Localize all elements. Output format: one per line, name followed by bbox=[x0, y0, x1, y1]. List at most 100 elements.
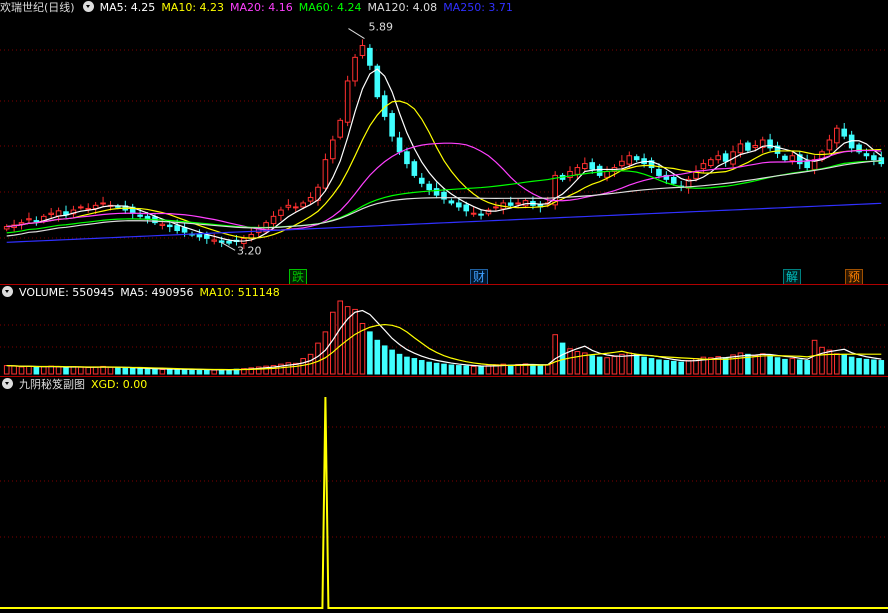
candle-body bbox=[722, 153, 729, 162]
price-chart[interactable]: 5.89 3.20 bbox=[0, 0, 888, 284]
volume-bar bbox=[596, 356, 603, 375]
candle-body bbox=[389, 113, 395, 137]
volume-bar bbox=[863, 358, 870, 375]
candle-body bbox=[515, 202, 521, 205]
volume-bar bbox=[85, 367, 92, 375]
volume-bar bbox=[730, 354, 736, 375]
candle-body bbox=[582, 163, 588, 169]
volume-bar bbox=[137, 368, 143, 375]
volume-bar bbox=[396, 353, 403, 375]
candle-body bbox=[433, 188, 440, 196]
candle-body bbox=[804, 160, 810, 169]
volume-bar bbox=[374, 339, 381, 375]
volume-bar bbox=[367, 331, 373, 375]
candle-body bbox=[285, 204, 292, 208]
candle-body bbox=[670, 176, 677, 184]
volume-panel-header: VOLUME: 550945 MA5: 490956 MA10: 511148 bbox=[0, 285, 286, 301]
event-marker-die[interactable]: 跌 bbox=[289, 269, 308, 284]
volume-bar bbox=[574, 351, 581, 375]
indicator-menu-icon[interactable] bbox=[2, 378, 13, 389]
event-marker-cai[interactable]: 财 bbox=[470, 269, 489, 284]
volume-bar bbox=[107, 366, 114, 375]
candle-body bbox=[144, 215, 151, 220]
candle-body bbox=[626, 155, 633, 165]
volume-bar bbox=[604, 357, 610, 375]
volume-bar bbox=[189, 369, 195, 375]
ma250-label: MA250: 3.71 bbox=[443, 1, 513, 14]
volume-bar bbox=[389, 349, 395, 375]
volume-bar bbox=[826, 349, 833, 375]
volume-bar bbox=[530, 364, 536, 375]
ma20-line bbox=[6, 142, 882, 231]
volume-bar bbox=[204, 369, 210, 375]
price-panel[interactable]: 欢瑞世纪(日线) MA5: 4.25 MA10: 4.23 MA20: 4.16 MA6… bbox=[0, 0, 888, 284]
volume-bar bbox=[641, 356, 647, 375]
volume-bar bbox=[656, 359, 662, 375]
indicator-panel[interactable]: 九阴秘笈副图 XGD: 0.00 bbox=[0, 377, 888, 613]
candle-body bbox=[26, 218, 32, 221]
indicator-name: 九阴秘笈副图 bbox=[19, 378, 85, 391]
candle-body bbox=[78, 206, 84, 209]
candle-body bbox=[100, 202, 106, 205]
volume-bar bbox=[48, 365, 54, 375]
candle-body bbox=[463, 204, 470, 212]
volume-bar bbox=[441, 363, 447, 375]
volume-bar bbox=[752, 354, 759, 375]
volume-bar bbox=[3, 365, 10, 375]
event-marker-yu[interactable]: 预 bbox=[845, 269, 864, 284]
candle-body bbox=[226, 240, 232, 244]
volume-bar bbox=[352, 308, 358, 375]
volume-bar bbox=[782, 358, 788, 375]
volume-bar bbox=[544, 364, 551, 375]
volume-bar bbox=[759, 353, 766, 375]
volume-bar bbox=[685, 360, 692, 375]
volume-bar bbox=[648, 358, 655, 375]
volume-panel[interactable]: VOLUME: 550945 MA5: 490956 MA10: 511148 bbox=[0, 285, 888, 376]
candle-body bbox=[493, 206, 499, 209]
volume-bar bbox=[619, 353, 625, 375]
candle-body bbox=[352, 56, 358, 82]
candle-body bbox=[367, 47, 373, 66]
candle-body bbox=[834, 127, 840, 144]
event-marker-jie[interactable]: 解 bbox=[783, 269, 802, 284]
candle-body bbox=[478, 213, 484, 216]
volume-bar bbox=[433, 362, 440, 375]
stock-title: 欢瑞世纪(日线) bbox=[0, 1, 75, 14]
candle-body bbox=[55, 210, 62, 217]
candle-body bbox=[166, 224, 173, 228]
candle-body bbox=[278, 209, 284, 216]
volume-bar bbox=[841, 354, 848, 375]
volume-bar bbox=[181, 369, 188, 375]
volume-bar bbox=[789, 358, 796, 375]
volume-bar bbox=[11, 365, 17, 375]
ma120-line bbox=[6, 159, 882, 237]
candle-body bbox=[159, 223, 166, 226]
candle-body bbox=[863, 153, 870, 157]
candle-body bbox=[700, 163, 707, 170]
xgd-line bbox=[0, 396, 888, 609]
volume-bar bbox=[18, 366, 25, 375]
volume-bar bbox=[315, 342, 321, 375]
volume-bar bbox=[663, 360, 670, 375]
panel-menu-icon[interactable] bbox=[82, 1, 94, 12]
ma10-label: MA10: 4.23 bbox=[161, 1, 225, 14]
volume-bar bbox=[404, 356, 410, 375]
candle-body bbox=[448, 200, 455, 204]
indicator-panel-header: 九阴秘笈副图 XGD: 0.00 bbox=[0, 377, 153, 393]
indicator-chart[interactable] bbox=[0, 377, 888, 613]
candle-body bbox=[211, 239, 218, 242]
candle-body bbox=[767, 139, 773, 149]
volume-bar bbox=[337, 300, 344, 375]
volume-bar bbox=[559, 342, 566, 375]
candle-body bbox=[826, 139, 833, 151]
volume-bar bbox=[456, 365, 462, 375]
volume-menu-icon[interactable] bbox=[2, 286, 13, 297]
candle-body bbox=[337, 119, 344, 138]
candle-body bbox=[745, 142, 751, 151]
candle-body bbox=[596, 165, 603, 176]
volume-bar bbox=[129, 367, 136, 375]
candle-body bbox=[737, 143, 744, 154]
candle-body bbox=[411, 161, 418, 176]
volume-bar bbox=[796, 359, 803, 375]
candle-body bbox=[174, 225, 180, 232]
